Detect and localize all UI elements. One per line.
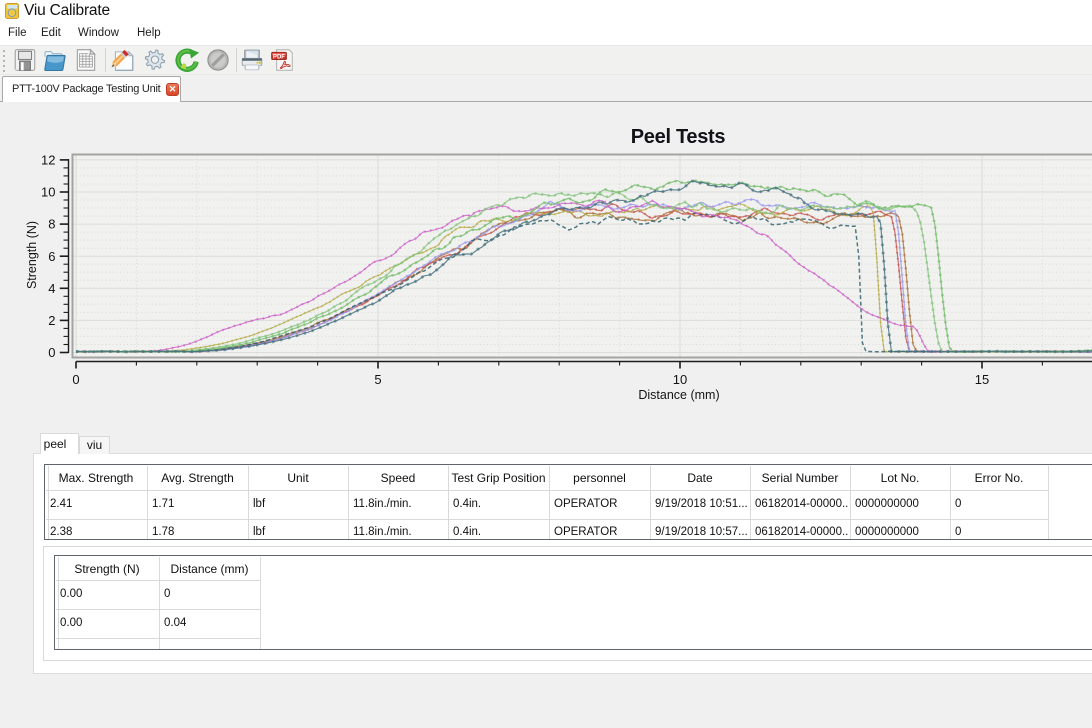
svg-text:Distance (mm): Distance (mm) <box>638 388 719 402</box>
svg-text:10: 10 <box>41 185 55 200</box>
svg-text:8: 8 <box>48 217 55 232</box>
svg-text:5: 5 <box>374 372 381 387</box>
svg-text:12: 12 <box>41 153 55 168</box>
svg-text:2: 2 <box>48 313 55 328</box>
svg-text:0: 0 <box>72 372 79 387</box>
svg-text:0: 0 <box>48 345 55 360</box>
svg-text:Strength (N): Strength (N) <box>25 221 39 289</box>
svg-text:15: 15 <box>975 372 989 387</box>
svg-text:10: 10 <box>673 372 687 387</box>
svg-text:4: 4 <box>48 281 55 296</box>
svg-text:PDF: PDF <box>273 54 285 60</box>
svg-text:6: 6 <box>48 249 55 264</box>
